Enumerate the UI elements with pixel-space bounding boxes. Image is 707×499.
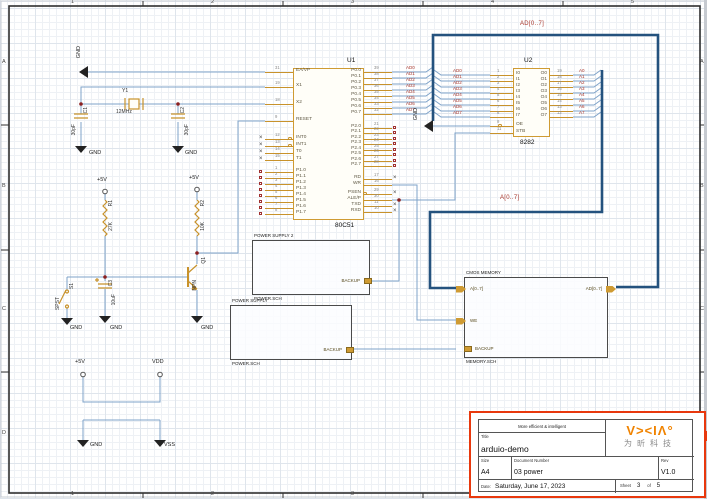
block-title: POWER SUPPLY [232,299,268,304]
size-value: A4 [481,469,511,476]
logo-cell: V><IΛ° 为昕科技 [606,420,694,457]
schematic-title: arduio-demo [481,444,605,454]
title-label: Title [481,434,489,439]
u2-ref: U2 [524,58,532,65]
block-power-supply[interactable]: POWER SUPPLY POWER.SCH BACKUP [230,305,352,360]
date-value: Saturday, June 17, 2023 [495,483,565,490]
port-label-ad: AD[0..7] [586,287,602,292]
rev-value: V1.0 [661,469,694,476]
port-backup[interactable] [346,347,354,353]
port-backup[interactable] [364,278,372,284]
power-terminals [81,187,200,377]
block-power-supply-2[interactable]: POWER SUPPLY 2 POWER.SCH BACKUP [252,240,370,295]
port-label-backup: BACKUP [323,348,342,353]
bus-label-a: A[0..7] [500,195,519,201]
tagline-cell: More efficient & intelligent [479,420,606,433]
sheet-label: Sheet [620,483,631,488]
sheet-total: 5 [657,483,660,489]
date-cell: Date: Saturday, June 17, 2023 [479,480,616,493]
rev-label: Rev [661,458,668,463]
size-cell: Size A4 [479,457,512,480]
block-file: POWER.SCH [232,362,260,367]
of-label: of [647,483,651,488]
docnum-label: Document Number [514,458,549,463]
size-doc-rev-row: Size A4 Document Number 03 power Rev V1.… [479,457,694,480]
port-backup[interactable] [464,346,472,352]
sheet-number: 3 [637,483,640,489]
bus-label-ad: AD[0..7] [520,21,544,27]
date-label: Date: [481,484,491,489]
port-label-backup: BACKUP [341,279,360,284]
title-block-table: More efficient & intelligent V><IΛ° 为昕科技… [478,419,693,492]
date-sheet-row: Date: Saturday, June 17, 2023 Sheet 3 of 5 [479,480,694,493]
title-cell: Title arduio-demo [479,433,606,457]
size-label: Size [481,458,489,463]
u1-part: 80C51 [335,223,354,230]
port-label-we: WE [470,319,477,324]
docnum-cell: Document Number 03 power [512,457,659,480]
block-title: POWER SUPPLY 2 [254,234,293,239]
vxin-logo: V><IΛ° [606,424,694,437]
block-cmos-memory[interactable]: CMOS MEMORY MEMORY.SCH A[0..7] WE BACKUP… [464,277,608,358]
port-we[interactable] [456,318,466,325]
title-block[interactable]: More efficient & intelligent V><IΛ° 为昕科技… [469,411,706,498]
block-file: MEMORY.SCH [466,360,496,365]
block-title: CMOS MEMORY [466,271,501,276]
sheet-cell: Sheet 3 of 5 [616,480,694,493]
rev-cell: Rev V1.0 [659,457,694,480]
u1-ref: U1 [347,58,355,65]
port-a-bus[interactable] [456,286,466,293]
docnum-value: 03 power [514,469,658,476]
tagline: More efficient & intelligent [518,424,566,429]
port-label-backup: BACKUP [475,347,494,352]
schematic-canvas: 12345 12345 ABCD ABCD [0,0,707,499]
vxin-logo-chinese: 为昕科技 [606,440,694,448]
port-label-a: A[0..7] [470,287,483,292]
u2-part: 8282 [520,140,534,147]
